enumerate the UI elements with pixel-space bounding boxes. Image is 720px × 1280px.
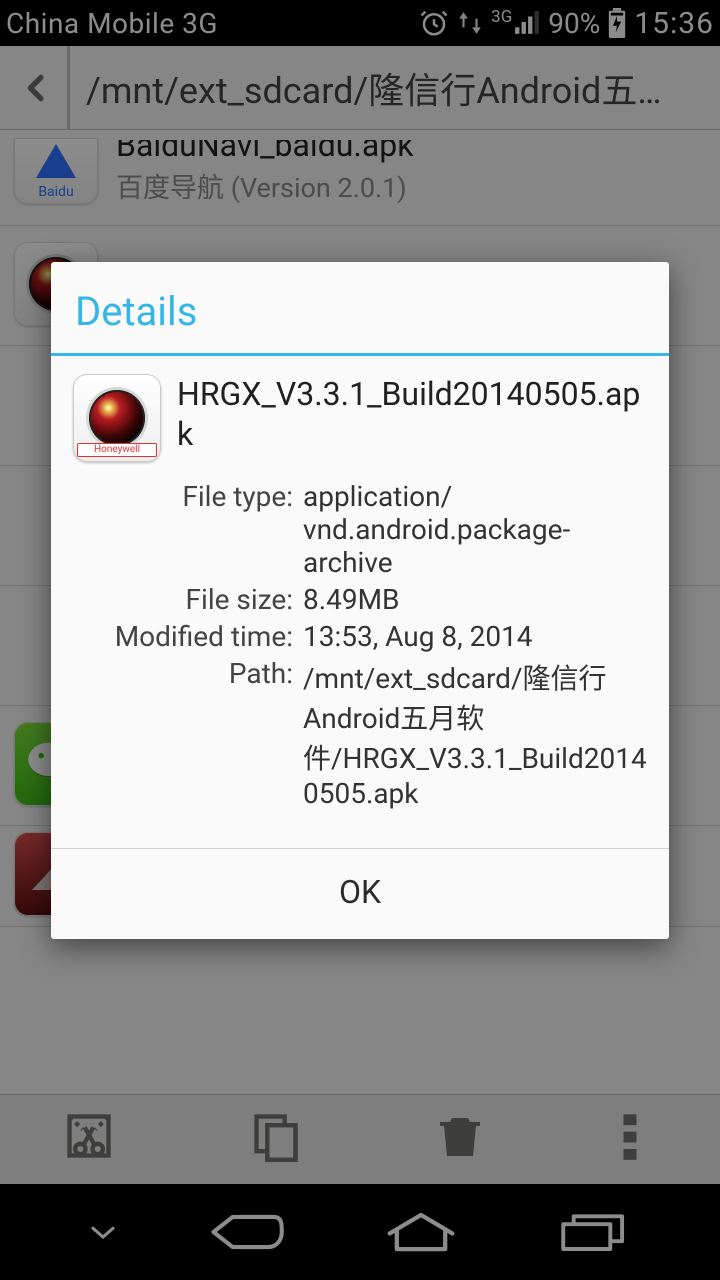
details-dialog: Details Honeywell HRGX_V3.3.1_Build20140… [51, 262, 669, 939]
dialog-title: Details [51, 262, 669, 353]
app-icon: Honeywell [73, 374, 161, 462]
filetype-label: File type: [73, 480, 293, 579]
filesize-value: 8.49MB [303, 583, 649, 616]
dialog-filename: HRGX_V3.3.1_Build20140505.apk [177, 374, 649, 454]
path-label: Path: [73, 657, 293, 810]
filesize-label: File size: [73, 583, 293, 616]
ok-button[interactable]: OK [51, 849, 669, 939]
path-value: /mnt/ext_sdcard/隆信行Android五月软件/HRGX_V3.3… [303, 657, 649, 810]
filetype-value: application/ vnd.android.package-archive [303, 480, 649, 579]
dialog-details-table: File type: application/ vnd.android.pack… [73, 480, 649, 810]
mtime-label: Modified time: [73, 620, 293, 653]
mtime-value: 13:53, Aug 8, 2014 [303, 620, 649, 653]
